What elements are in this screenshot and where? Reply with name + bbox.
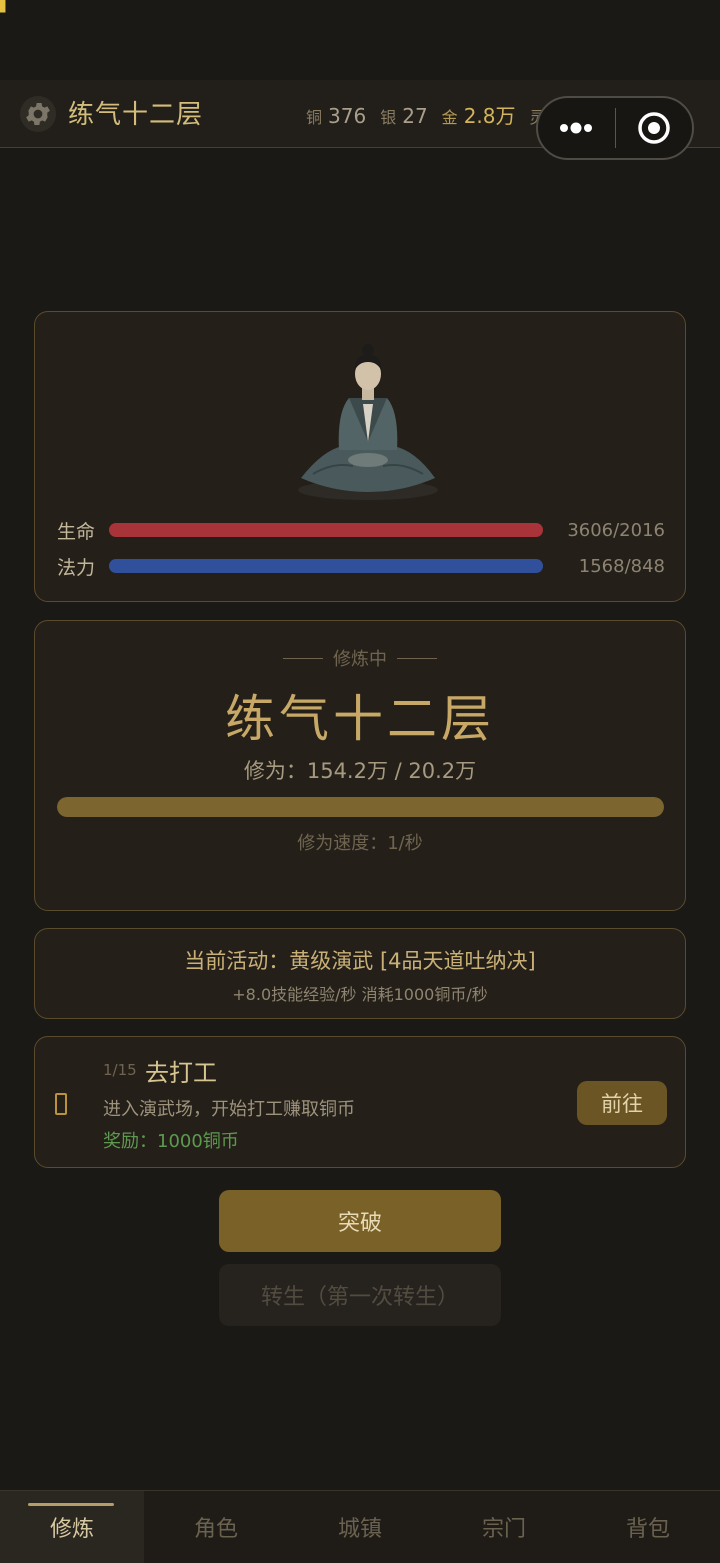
task-progress: 1/15 (103, 1061, 137, 1079)
bottom-nav: 修炼 角色 城镇 宗门 背包 (0, 1490, 720, 1563)
mini-program-capsule (536, 96, 694, 160)
currency-value: 27 (402, 104, 428, 128)
cultivation-status: 修炼中 (35, 645, 685, 671)
currency-gold: 金 2.8万 (442, 100, 516, 129)
task-card: 1/15 去打工 进入演武场，开始打工赚取铜币 奖励：1000铜币 前往 (34, 1036, 686, 1168)
hp-bar (109, 523, 543, 537)
mp-label: 法力 (57, 556, 96, 579)
realm-title: 练气十二层 (68, 100, 204, 130)
gear-icon[interactable] (20, 96, 56, 132)
activity-title: 当前活动：黄级演武 [4品天道吐纳决] (184, 949, 536, 973)
currency-value: 376 (328, 104, 367, 128)
breakthrough-button[interactable]: 突破 (219, 1190, 501, 1252)
nav-item-cultivate[interactable]: 修炼 (0, 1491, 144, 1563)
task-name: 去打工 (145, 1059, 217, 1087)
nav-item-character[interactable]: 角色 (144, 1491, 288, 1563)
nav-item-town[interactable]: 城镇 (288, 1491, 432, 1563)
character-card: 生命 3606/2016 法力 1568/848 (34, 311, 686, 602)
nav-item-backpack[interactable]: 背包 (576, 1491, 720, 1563)
currency-label: 金 (441, 108, 458, 127)
activity-card[interactable]: 当前活动：黄级演武 [4品天道吐纳决] +8.0技能经验/秒 消耗1000铜币/… (34, 928, 686, 1019)
go-button[interactable]: 前往 (577, 1081, 667, 1125)
mp-row: 法力 1568/848 (57, 551, 665, 581)
hp-label: 生命 (57, 520, 96, 543)
hp-row: 生命 3606/2016 (57, 515, 665, 545)
rebirth-button[interactable]: 转生（第一次转生） (219, 1264, 501, 1326)
divider-line (283, 657, 323, 659)
currency-copper: 铜 376 (306, 104, 366, 128)
cultivation-progress-fill (57, 797, 664, 817)
hp-value: 3606/2016 (567, 519, 665, 541)
cultivation-xp: 修为：154.2万 / 20.2万 (243, 759, 477, 783)
currency-label: 银 (380, 108, 397, 127)
more-dots-icon[interactable] (538, 98, 615, 158)
mp-value: 1568/848 (578, 555, 665, 577)
task-reward: 奖励：1000铜币 (103, 1131, 239, 1152)
mp-bar (109, 559, 543, 573)
cultivation-speed: 修为速度：1/秒 (297, 833, 423, 854)
cultivation-card: 修炼中 练气十二层 修为：154.2万 / 20.2万 修为速度：1/秒 (34, 620, 686, 911)
currency-label: 铜 (306, 108, 323, 127)
corner-mark-icon: ▌ (0, 0, 11, 13)
currency-value: 2.8万 (463, 104, 516, 128)
target-close-icon[interactable] (616, 98, 693, 158)
cultivation-progress-bar (57, 797, 664, 817)
activity-subtitle: +8.0技能经验/秒 消耗1000铜币/秒 (232, 985, 488, 1004)
cultivation-realm: 练气十二层 (225, 690, 495, 748)
divider-line (397, 657, 437, 659)
nav-item-sect[interactable]: 宗门 (432, 1491, 576, 1563)
task-description: 进入演武场，开始打工赚取铜币 (103, 1099, 355, 1120)
scroll-icon (55, 1093, 67, 1115)
cultivation-status-text: 修炼中 (333, 649, 387, 670)
currency-silver: 银 27 (380, 104, 427, 128)
meditating-cultivator-figure (293, 342, 443, 502)
